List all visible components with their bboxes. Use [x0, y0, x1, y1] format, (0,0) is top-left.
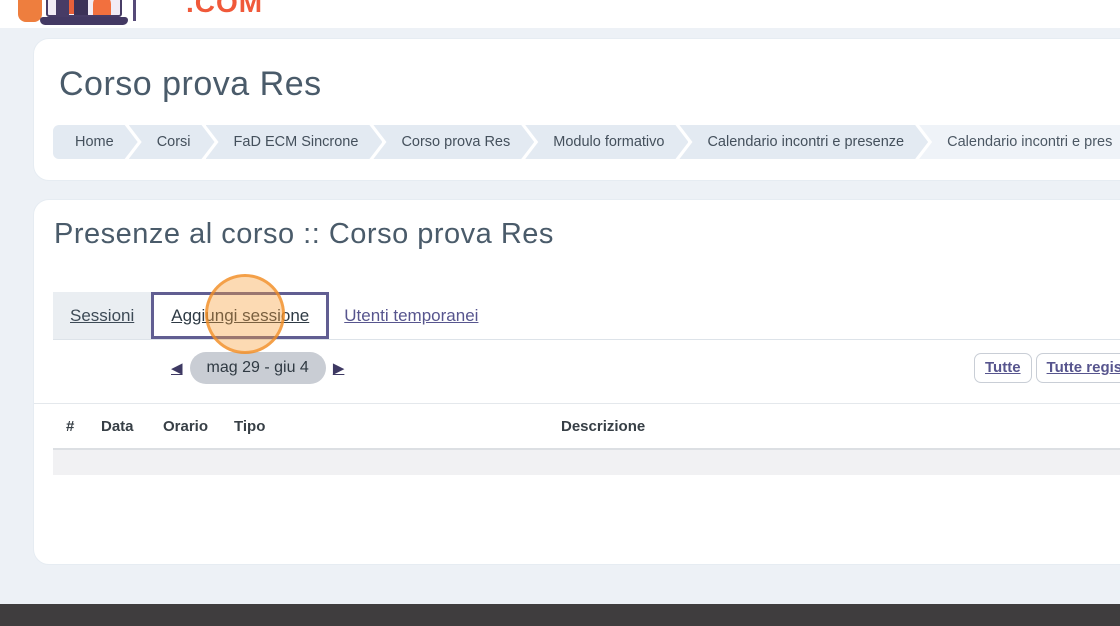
- tab-utenti-temporanei-label: Utenti temporanei: [344, 305, 479, 325]
- tab-sessioni-label: Sessioni: [70, 305, 135, 325]
- breadcrumb-item-current: Calendario incontri e pres: [919, 125, 1120, 159]
- breadcrumb-item-home[interactable]: Home: [53, 125, 138, 159]
- filter-tutte-label: Tutte: [985, 359, 1021, 376]
- breadcrumb-item-modulo-formativo[interactable]: Modulo formativo: [525, 125, 688, 159]
- column-header-descrizione: Descrizione: [561, 418, 646, 435]
- sessions-table: # Data Orario Tipo Descrizione: [34, 403, 1120, 475]
- section-title: Presenze al corso :: Corso prova Res: [54, 218, 554, 250]
- next-week-icon[interactable]: ▶: [333, 361, 345, 376]
- attendance-card: Presenze al corso :: Corso prova Res Ses…: [33, 199, 1120, 565]
- week-range-badge: mag 29 - giu 4: [189, 352, 326, 384]
- brand-text: .COM: [186, 0, 264, 18]
- column-header-data: Data: [101, 418, 134, 435]
- breadcrumb: Home Corsi FaD ECM Sincrone Corso prova …: [53, 125, 1120, 159]
- mug-icon: [18, 0, 42, 22]
- tab-aggiungi-sessione[interactable]: Aggiungi sessione: [151, 292, 330, 339]
- tab-sessioni[interactable]: Sessioni: [53, 292, 152, 339]
- tab-aggiungi-sessione-label: Aggiungi sessione: [171, 305, 310, 325]
- column-header-orario: Orario: [163, 418, 209, 435]
- breadcrumb-item-fad-ecm-sincrone[interactable]: FaD ECM Sincrone: [206, 125, 383, 159]
- table-empty-row: [53, 448, 1120, 475]
- breadcrumb-item-calendario-incontri[interactable]: Calendario incontri e presenze: [679, 125, 928, 159]
- tab-bar: Sessioni Aggiungi sessione Utenti tempor…: [53, 292, 1120, 339]
- filter-tutte-registrazioni-label: Tutte registr: [1046, 359, 1120, 376]
- brand-divider: [133, 0, 136, 21]
- prev-week-icon[interactable]: ◀: [171, 361, 183, 376]
- tab-utenti-temporanei[interactable]: Utenti temporanei: [329, 292, 493, 339]
- filter-tutte-button[interactable]: Tutte: [974, 353, 1032, 383]
- course-header-card: Corso prova Res Home Corsi FaD ECM Sincr…: [33, 38, 1120, 181]
- tabs-divider: [53, 339, 1120, 340]
- filter-tutte-registrazioni-button[interactable]: Tutte registr: [1035, 353, 1120, 383]
- week-navigation: ◀ mag 29 - giu 4 ▶: [171, 352, 344, 384]
- laptop-icon: [46, 0, 122, 17]
- laptop-base: [40, 17, 128, 25]
- top-navbar: .COM: [0, 0, 1120, 28]
- breadcrumb-item-corsi[interactable]: Corsi: [129, 125, 215, 159]
- column-header-tipo: Tipo: [234, 418, 266, 435]
- footer-bar: [0, 604, 1120, 626]
- page-title: Corso prova Res: [59, 65, 322, 103]
- column-header-number: #: [66, 418, 75, 435]
- table-header-row: # Data Orario Tipo Descrizione: [34, 404, 1120, 448]
- breadcrumb-item-corso-prova-res[interactable]: Corso prova Res: [373, 125, 534, 159]
- filter-buttons: Tutte Tutte registr: [974, 353, 1120, 383]
